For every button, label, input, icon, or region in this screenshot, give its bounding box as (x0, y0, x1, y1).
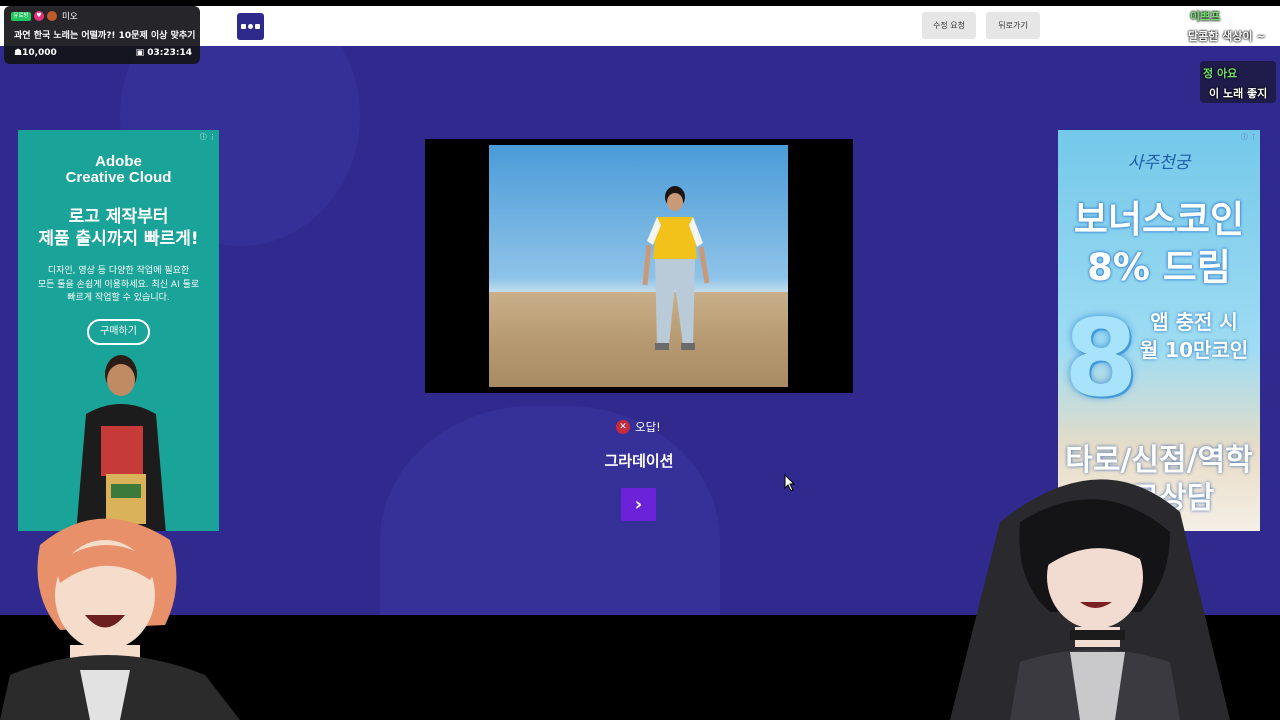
ad-brand: 사주천궁 (1127, 153, 1191, 173)
viewer-count: ☗10,000 (14, 48, 57, 58)
ad-body-line: 빠르게 작업할 수 있습니다. (67, 293, 170, 303)
app-logo-icon[interactable] (237, 13, 264, 40)
vtuber-avatar-left (0, 518, 240, 720)
ad-headline-line: 제품 출시까지 빠르게! (38, 229, 199, 249)
stream-info-overlay: 유료방 ♥ 미오 과연 한국 노래는 어떨까?! 10문제 이상 맞추기 ☗10… (4, 6, 200, 64)
ad-buy-button[interactable]: 구매하기 (87, 319, 150, 345)
quiz-video-player[interactable] (425, 139, 853, 393)
next-question-button[interactable]: › (621, 488, 656, 521)
chevron-right-icon: › (634, 494, 643, 515)
ad-choices-icon[interactable]: ⓘ ⋮ (1241, 132, 1257, 142)
result-label: 오답! (635, 420, 661, 434)
quiz-video-frame (489, 145, 788, 387)
stream-title: 과연 한국 노래는 어떨까?! 10문제 이상 맞추기 (14, 31, 196, 41)
chat-message: 이 노래 좋지 (1209, 87, 1268, 100)
ad-body-line: 모든 툴을 손쉽게 이용하세요. 최신 AI 툴로 (37, 279, 200, 290)
clock-icon: ▣ (135, 48, 148, 58)
correct-answer: 그라데이션 (604, 452, 674, 470)
ad-body: 디자인, 영상 등 다양한 작업에 필요한 모든 툴을 손쉽게 이용하세요. 최… (32, 265, 205, 306)
ad-brand-line: Adobe (95, 153, 142, 170)
ad-headline-line: 8% 드림 (1087, 246, 1231, 289)
ad-headline-line: 보너스코인 (1073, 198, 1245, 241)
uptime: ▣ 03:23:14 (136, 48, 192, 58)
ad-brand-line: Creative Cloud (65, 169, 172, 186)
ad-headline: 보너스코인 8% 드림 (1058, 196, 1260, 292)
ad-body-line: 디자인, 영상 등 다양한 작업에 필요한 (47, 266, 190, 276)
avatar (47, 11, 57, 21)
ad-brand: Adobe Creative Cloud (18, 154, 219, 186)
ad-subline-line: 월 10만코인 (1139, 338, 1249, 362)
edit-request-button[interactable]: 수정 요청 (922, 12, 976, 39)
back-button[interactable]: 뒤로가기 (986, 12, 1040, 39)
x-circle-icon: ✕ (616, 420, 630, 434)
chat-username: 이쁘프 (1190, 10, 1221, 23)
viewer-count-value: 10,000 (22, 48, 57, 58)
screen: 수정 요청 뒤로가기 ⓘ ⋮ Adobe Creative Cloud 로고 제… (0, 0, 1280, 720)
stream-tag: 유료방 (11, 12, 31, 21)
left-ad-banner[interactable]: ⓘ ⋮ Adobe Creative Cloud 로고 제작부터 제품 출시까지… (18, 130, 219, 531)
ad-subline: 앱 충전 시 월 10만코인 (1134, 308, 1254, 364)
answer-result: ✕ 오답! (616, 419, 661, 435)
ad-subline-line: 앱 충전 시 (1150, 310, 1238, 334)
walking-man-figure (642, 186, 710, 350)
ad-big-number: 8 (1064, 297, 1138, 420)
mouse-cursor-icon (784, 474, 796, 492)
chat-username: 정 아요 (1203, 67, 1238, 80)
uptime-value: 03:23:14 (147, 48, 192, 58)
ad-choices-icon[interactable]: ⓘ ⋮ (200, 132, 216, 142)
streamer-name: 미오 (62, 12, 78, 22)
vtuber-avatar-right (950, 479, 1230, 720)
viewer-icon: ☗ (14, 48, 23, 58)
ad-headline-line: 로고 제작부터 (68, 207, 169, 227)
ad-headline: 로고 제작부터 제품 출시까지 빠르게! (18, 206, 219, 250)
background-shape (380, 406, 720, 615)
chat-message: 달콤한 색상이 ~ (1188, 30, 1266, 43)
heart-icon: ♥ (34, 11, 44, 21)
